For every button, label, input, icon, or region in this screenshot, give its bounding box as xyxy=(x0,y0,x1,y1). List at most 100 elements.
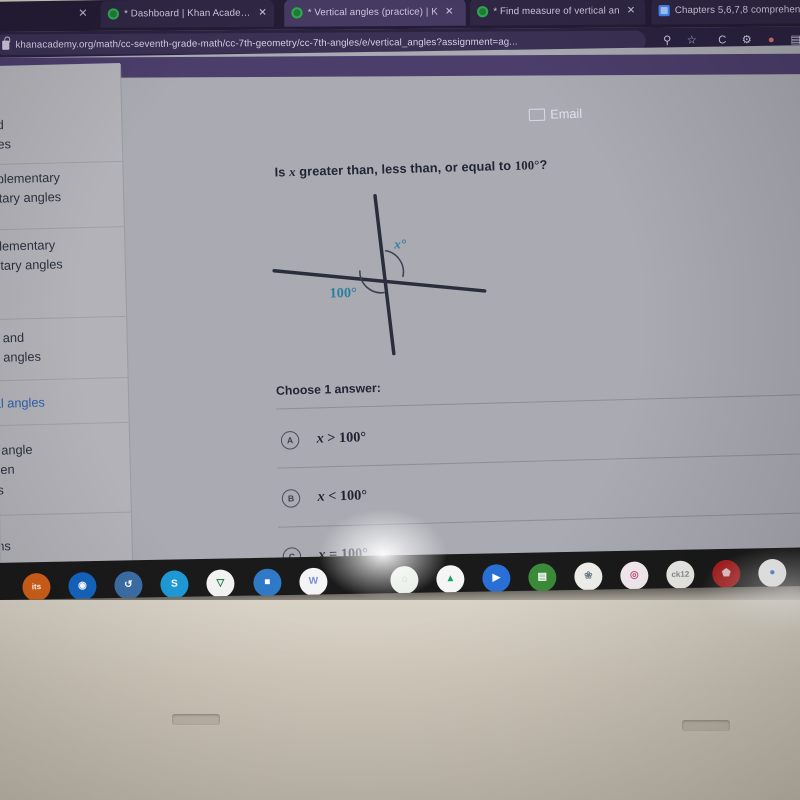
browser-tab-label: * Find measure of vertical an xyxy=(493,5,620,18)
browser-tab-label: * Dashboard | Khan Academy xyxy=(124,7,252,20)
khan-academy-favicon xyxy=(107,8,120,20)
browser-tab-label: Chapters 5,6,7,8 comprehen xyxy=(674,4,800,17)
lesson-sidebar: h grade › › Vertical, ntary, and tary an… xyxy=(0,62,133,584)
seesaw-icon[interactable]: S xyxy=(160,570,189,599)
shelf-icon-glyph: ◉ xyxy=(77,580,87,592)
bookmark-star-icon[interactable]: ☆ xyxy=(685,33,699,47)
choice-divider xyxy=(278,512,800,528)
ixl-icon[interactable]: ▽ xyxy=(206,569,235,598)
angle-arc-x xyxy=(384,249,405,278)
diagram-line-horizontal xyxy=(272,269,487,293)
browser-tab-label: * Vertical angles (practice) | K xyxy=(307,6,438,19)
shelf-icon-glyph: ◌ xyxy=(401,574,408,586)
laptop-palmrest: acer xyxy=(0,600,800,800)
choice-value: 100° xyxy=(338,429,367,447)
choice-divider xyxy=(277,453,800,469)
screen-capture-icon[interactable]: ↺ xyxy=(114,571,143,600)
shelf-icon-glyph: ❀ xyxy=(584,570,593,582)
diagram-line-steep xyxy=(373,194,396,356)
sidebar-item-problems[interactable]: problems xyxy=(0,534,132,558)
answer-choice-b[interactable]: B x < 100° xyxy=(281,487,368,508)
camera-icon[interactable]: ◉ xyxy=(68,572,97,601)
sidebar-item-vertical-angles[interactable]: : Vertical angles xyxy=(0,391,128,415)
shelf-icon-glyph: ▽ xyxy=(216,577,225,589)
shelf-icon-glyph: ▤ xyxy=(537,571,548,583)
pink-orbit-icon[interactable]: ◎ xyxy=(620,561,649,590)
choice-operator: < xyxy=(328,488,337,505)
google-drive-icon[interactable]: ▲ xyxy=(436,564,465,594)
flower-app-icon[interactable]: ❀ xyxy=(574,562,603,591)
library-icon[interactable]: ■ xyxy=(253,568,282,597)
shelf-icon-glyph: ◎ xyxy=(629,569,639,581)
search-icon[interactable]: ⚲ xyxy=(660,33,674,47)
choice-operator: > xyxy=(327,430,336,447)
sidebar-divider xyxy=(0,377,128,382)
angle-label-100: 100° xyxy=(329,285,357,301)
sidebar-item-label: ing lines xyxy=(0,482,4,498)
its-learning-icon[interactable]: its xyxy=(22,572,51,602)
sidebar-item-practice-comp-supp[interactable]: ce: Complementary pplementary angles ) xyxy=(0,167,124,231)
sidebar-item-label: mentary angles xyxy=(0,349,42,366)
notes-icon[interactable]: ◌ xyxy=(390,565,419,595)
ck12-icon[interactable]: ck12 xyxy=(666,560,695,590)
question-text: Is x greater than, less than, or equal t… xyxy=(274,158,547,181)
google-chrome-icon[interactable]: ● xyxy=(758,558,787,588)
shelf-icon-glyph: S xyxy=(170,578,178,590)
shelf-icon-glyph: ck12 xyxy=(671,569,690,579)
khan-academy-favicon xyxy=(476,6,489,18)
choice-bubble-b[interactable]: B xyxy=(281,488,301,508)
shelf-icon-glyph: W xyxy=(308,575,319,587)
lock-icon xyxy=(2,40,10,50)
choose-answer-header: Choose 1 answer: xyxy=(275,380,381,398)
tab-close-icon-offscreen[interactable]: ✕ xyxy=(78,6,87,19)
google-classroom-icon[interactable]: ▤ xyxy=(528,563,557,592)
choice-variable: x xyxy=(316,431,324,447)
choice-label-b: x < 100° xyxy=(317,488,367,506)
sidebar-divider xyxy=(0,511,131,516)
choice-bubble-a[interactable]: A xyxy=(280,430,300,450)
chromebook-screen: ✕ * Dashboard | Khan Academy ✕ * Vertica… xyxy=(0,0,800,584)
google-docs-favicon xyxy=(658,4,670,17)
browser-tab-3[interactable]: Chapters 5,6,7,8 comprehen xyxy=(651,0,800,25)
question-part: greater than, less than, or equal to xyxy=(295,158,516,180)
shelf-icon-glyph: ↺ xyxy=(124,579,133,591)
tab-close-icon[interactable]: ✕ xyxy=(627,5,636,16)
khan-academy-favicon xyxy=(291,7,303,19)
tab-close-icon[interactable]: ✕ xyxy=(258,7,267,18)
sidebar-item-comp-supp-angles[interactable]: mentary and mentary angles xyxy=(0,326,127,370)
photo-of-chromebook-screen: ✕ * Dashboard | Khan Academy ✕ * Vertica… xyxy=(0,0,800,800)
angle-diagram: 100° x° xyxy=(272,194,487,356)
answer-choice-a[interactable]: A x > 100° xyxy=(280,429,367,450)
web-page-content: Email h grade › › Vertical, ntary, and t… xyxy=(0,45,800,584)
red-cube-icon[interactable]: ⬟ xyxy=(712,559,741,589)
choice-divider xyxy=(276,394,800,410)
sidebar-item-label: ual) xyxy=(0,274,126,298)
exercise-panel: Is x greater than, less than, or equal t… xyxy=(120,53,800,581)
shelf-icon-glyph: ▶ xyxy=(492,572,501,584)
sidebar-divider xyxy=(0,160,123,166)
sidebar-item-comp-supp-visual[interactable]: e: Complementary pplementary angles ual) xyxy=(0,234,126,298)
question-value: 100 xyxy=(514,158,535,173)
breadcrumb[interactable]: h grade › › Vertical, ntary, and tary an… xyxy=(0,73,122,156)
question-part: Is xyxy=(274,164,290,180)
sidebar-divider xyxy=(0,315,127,321)
sidebar-item-label: : Vertical angles xyxy=(0,395,45,412)
question-part: ? xyxy=(539,157,548,173)
google-play-icon[interactable]: ▶ xyxy=(482,564,511,593)
shelf-icon-glyph: ● xyxy=(769,566,776,579)
word-icon[interactable]: W xyxy=(299,567,328,597)
tab-close-icon[interactable]: ✕ xyxy=(445,6,454,17)
choice-label-a: x > 100° xyxy=(316,430,366,448)
hinge-vent-right xyxy=(682,720,730,731)
sidebar-divider xyxy=(0,421,129,427)
choice-value: 100° xyxy=(339,488,368,505)
address-bar-url: khanacademy.org/math/cc-seventh-grade-ma… xyxy=(15,35,518,51)
sidebar-item-label: problems xyxy=(0,539,11,555)
shelf-icon-glyph: ⬟ xyxy=(721,567,731,579)
browser-tab-1[interactable]: * Vertical angles (practice) | K ✕ xyxy=(284,0,466,27)
browser-tab-0[interactable]: * Dashboard | Khan Academy ✕ xyxy=(100,0,275,28)
choice-variable: x xyxy=(317,489,325,505)
sidebar-item-finding-angles[interactable]: Finding angle s between ing lines xyxy=(0,438,131,502)
browser-tab-2[interactable]: * Find measure of vertical an ✕ xyxy=(469,0,646,26)
c-extension-icon[interactable]: C xyxy=(715,33,729,47)
